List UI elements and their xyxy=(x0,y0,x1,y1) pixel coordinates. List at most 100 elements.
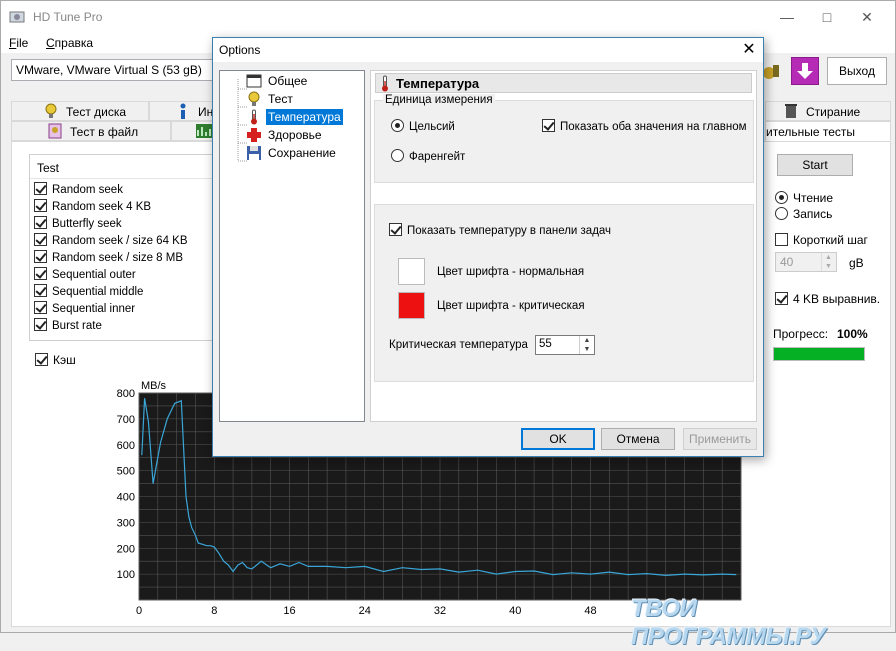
panel-title: Температура xyxy=(375,73,752,93)
short-stroke-checkbox[interactable] xyxy=(775,233,788,246)
critical-temp-input[interactable]: 55 ▲ ▼ xyxy=(535,335,595,355)
normal-color-label: Цвет шрифта - нормальная xyxy=(437,266,585,278)
test-checkbox[interactable] xyxy=(34,199,47,212)
taskbar-checkbox[interactable] xyxy=(389,223,402,236)
chart-icon xyxy=(196,124,212,138)
spinner-arrows-icon[interactable]: ▲ ▼ xyxy=(579,336,594,354)
cancel-button[interactable]: Отмена xyxy=(601,428,675,450)
test-label: Random seek xyxy=(52,184,123,196)
test-row[interactable]: Random seek / size 8 MB xyxy=(34,250,214,267)
align-option[interactable]: 4 KB выравнив. xyxy=(775,292,880,306)
chart-x-tick: 0 xyxy=(136,605,142,617)
read-option[interactable]: Чтение xyxy=(775,191,833,205)
celsius-radio[interactable] xyxy=(391,119,404,132)
maximize-icon[interactable]: □ xyxy=(807,5,847,29)
test-row[interactable]: Random seek / size 64 KB xyxy=(34,233,214,250)
panel-title-text: Температура xyxy=(396,76,480,91)
write-label: Запись xyxy=(793,207,833,221)
tab-erase[interactable]: Стирание xyxy=(765,101,891,121)
spinner-arrows-icon[interactable]: ▲ ▼ xyxy=(821,253,835,271)
bulb-icon xyxy=(45,103,57,118)
write-option[interactable]: Запись xyxy=(775,207,832,221)
critical-color-label: Цвет шрифта - критическая xyxy=(437,300,585,312)
nav-item-test[interactable]: Тест xyxy=(266,91,295,107)
chart-y-tick: 200 xyxy=(117,543,135,555)
test-row[interactable]: Butterfly seek xyxy=(34,216,214,233)
chart-y-tick: 700 xyxy=(117,414,135,426)
fahrenheit-radio[interactable] xyxy=(391,149,404,162)
nav-item-health[interactable]: Здоровье xyxy=(266,127,324,143)
tab-label: Тест диска xyxy=(66,105,127,119)
chart-x-tick: 48 xyxy=(584,605,596,617)
test-label: Random seek / size 64 KB xyxy=(52,235,188,247)
unit-groupbox: Единица измерения Цельсий Фаренгейт Пока… xyxy=(374,94,754,183)
nav-item-general[interactable]: Общее xyxy=(266,73,309,89)
tab-info[interactable]: Ин xyxy=(149,101,215,121)
align-checkbox[interactable] xyxy=(775,292,788,305)
fahrenheit-option[interactable]: Фаренгейт xyxy=(391,149,465,163)
save-arrow-button[interactable] xyxy=(791,57,819,85)
unit-label: gB xyxy=(849,256,864,270)
taskbar-option[interactable]: Показать температуру в панели задач xyxy=(389,223,611,237)
nav-item-temperature[interactable]: Температура xyxy=(266,109,343,125)
show-both-label: Показать оба значения на главном xyxy=(560,121,747,133)
test-row[interactable]: Random seek xyxy=(34,182,214,199)
tab-extra-tests[interactable]: ительные тесты xyxy=(765,121,891,141)
tab-file-benchmark[interactable]: Тест в файл xyxy=(11,121,171,141)
test-checkbox[interactable] xyxy=(34,318,47,331)
chart-y-tick: 100 xyxy=(117,569,135,581)
test-checkbox[interactable] xyxy=(34,267,47,280)
chart-y-tick: 400 xyxy=(117,492,135,504)
taskbar-groupbox: Показать температуру в панели задач Цвет… xyxy=(374,204,754,382)
short-stroke-option[interactable]: Короткий шаг xyxy=(775,233,868,247)
align-label: 4 KB выравнив. xyxy=(793,292,881,306)
exit-button[interactable]: Выход xyxy=(827,57,887,85)
cache-checkbox[interactable] xyxy=(35,353,48,366)
chart-x-tick: 8 xyxy=(211,605,217,617)
progress-bar xyxy=(773,347,865,361)
critical-temp-label: Критическая температура xyxy=(389,339,528,351)
ok-button[interactable]: OK xyxy=(521,428,595,450)
test-checkbox[interactable] xyxy=(34,301,47,314)
test-label: Sequential inner xyxy=(52,303,136,315)
test-row[interactable]: Sequential outer xyxy=(34,267,214,284)
test-checkbox[interactable] xyxy=(34,182,47,195)
celsius-option[interactable]: Цельсий xyxy=(391,119,455,133)
close-icon[interactable]: ✕ xyxy=(737,39,761,61)
read-radio[interactable] xyxy=(775,191,788,204)
watermark: ТВОИ ПРОГРАММЫ.РУ xyxy=(631,595,826,650)
test-checkbox[interactable] xyxy=(34,216,47,229)
menu-file[interactable]: File xyxy=(9,36,28,50)
close-icon[interactable]: ✕ xyxy=(847,5,887,29)
test-checkbox[interactable] xyxy=(34,233,47,246)
app-icon xyxy=(9,11,25,23)
test-list-header: Test xyxy=(30,155,218,179)
file-bench-icon xyxy=(48,123,62,139)
minimize-icon[interactable]: — xyxy=(767,5,807,29)
critical-color-swatch[interactable] xyxy=(398,292,425,319)
test-row[interactable]: Sequential inner xyxy=(34,301,214,318)
cache-option[interactable]: Кэш xyxy=(35,353,76,367)
write-radio[interactable] xyxy=(775,207,788,220)
tab-extra[interactable] xyxy=(171,121,215,141)
progress-label: Прогресс: xyxy=(773,327,829,341)
menu-help[interactable]: Справка xyxy=(46,36,93,50)
test-row[interactable]: Sequential middle xyxy=(34,284,214,301)
apply-button[interactable]: Применить xyxy=(683,428,757,450)
tab-label: Ин xyxy=(198,105,214,119)
chart-y-tick: 800 xyxy=(117,388,135,400)
nav-item-save[interactable]: Сохранение xyxy=(266,145,338,161)
show-both-checkbox[interactable] xyxy=(542,119,555,132)
test-row[interactable]: Burst rate xyxy=(34,318,214,335)
show-both-option[interactable]: Показать оба значения на главном xyxy=(542,119,747,133)
trash-icon xyxy=(785,104,797,118)
start-button[interactable]: Start xyxy=(777,154,853,176)
cache-label: Кэш xyxy=(53,353,76,367)
test-row[interactable]: Random seek 4 KB xyxy=(34,199,214,216)
normal-color-swatch[interactable] xyxy=(398,258,425,285)
down-arrow-icon xyxy=(797,63,813,79)
tab-disk-test[interactable]: Тест диска xyxy=(11,101,149,121)
test-checkbox[interactable] xyxy=(34,250,47,263)
chart-x-tick: 16 xyxy=(283,605,295,617)
test-checkbox[interactable] xyxy=(34,284,47,297)
